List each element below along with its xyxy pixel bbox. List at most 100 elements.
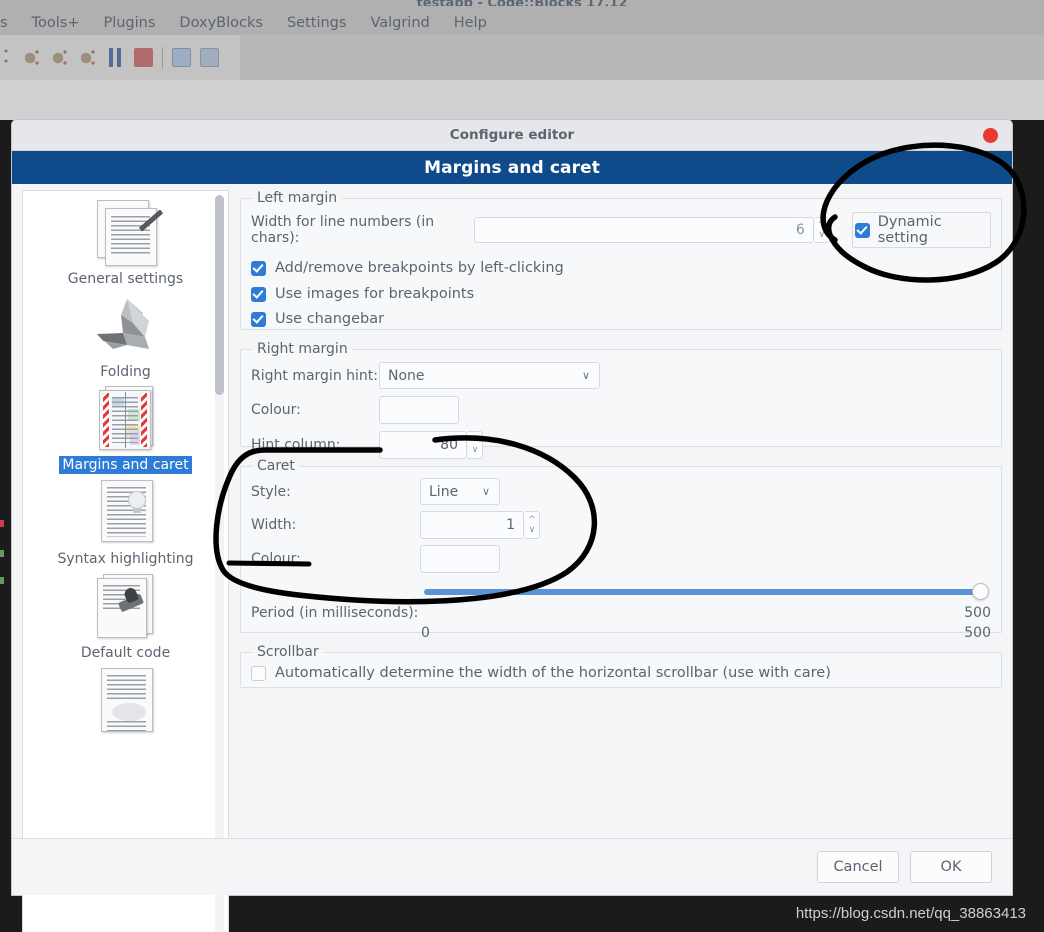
folding-origami-icon — [83, 289, 169, 361]
sidebar-scrollbar-thumb[interactable] — [215, 195, 224, 395]
settings-content-panel: Left margin Width for line numbers (in c… — [240, 190, 1002, 932]
add-remove-breakpoints-row[interactable]: Add/remove breakpoints by left-clicking — [251, 260, 991, 276]
debug-step-icon[interactable] — [22, 48, 41, 67]
right-margin-hint-label: Right margin hint: — [251, 367, 378, 384]
caret-period-labels: Period (in milliseconds): 500 0 500 — [251, 605, 991, 643]
app-toolbar — [0, 35, 240, 80]
toolbar-empty-area — [240, 35, 1044, 80]
stepper-down-icon[interactable]: ∨ — [529, 525, 536, 534]
sidebar-item-label: Folding — [100, 364, 151, 380]
caret-width-stepper[interactable]: ^ ∨ — [525, 511, 540, 539]
caret-period-slider-track[interactable] — [424, 589, 977, 595]
sidebar-item-label: Margins and caret — [59, 456, 192, 474]
caret-style-select[interactable]: Line ∨ — [420, 478, 500, 505]
add-remove-breakpoints-label: Add/remove breakpoints by left-clicking — [275, 260, 564, 276]
caret-period-max: 500 — [964, 625, 991, 641]
sidebar-item-abbreviations[interactable] — [23, 661, 228, 740]
caret-colour-swatch[interactable] — [420, 545, 500, 573]
margins-caret-icon — [83, 382, 169, 454]
settings-pages-sidebar[interactable]: General settings Folding Margins and car… — [22, 190, 229, 932]
caret-colour-row: Colour: — [251, 545, 991, 573]
debugging-windows-icon[interactable] — [172, 48, 191, 67]
scrollbar-group: Scrollbar Automatically determine the wi… — [240, 644, 1002, 688]
debug-step-into-icon[interactable] — [50, 48, 69, 67]
various-info-icon[interactable] — [200, 48, 219, 67]
right-margin-colour-row: Colour: — [251, 396, 991, 424]
dialog-section-header: Margins and caret — [12, 151, 1012, 184]
right-margin-hint-value: None — [388, 367, 425, 384]
width-for-line-numbers-row: Width for line numbers (in chars): 6 ^ ∨… — [251, 212, 991, 248]
page-title: Margins and caret — [424, 157, 600, 178]
cancel-button[interactable]: Cancel — [817, 851, 899, 883]
dynamic-setting-label: Dynamic setting — [877, 214, 942, 246]
caret-legend: Caret — [257, 458, 295, 474]
caret-width-label: Width: — [251, 517, 297, 533]
use-images-for-breakpoints-row[interactable]: Use images for breakpoints — [251, 286, 991, 302]
debug-stop-icon[interactable] — [134, 48, 153, 67]
use-images-for-breakpoints-checkbox[interactable] — [251, 286, 266, 302]
caret-period-slider[interactable] — [424, 579, 989, 605]
caret-period-value: 500 — [964, 605, 991, 621]
menu-item-doxyblocks[interactable]: DoxyBlocks — [179, 15, 263, 31]
hint-column-input[interactable]: 80 — [379, 431, 467, 459]
add-remove-breakpoints-checkbox[interactable] — [251, 260, 266, 276]
caret-width-row: Width: 1 ^ ∨ — [251, 511, 991, 539]
hint-column-stepper[interactable]: ^ ∨ — [468, 431, 483, 459]
configure-editor-dialog: Configure editor Margins and caret Gener… — [12, 120, 1012, 932]
right-margin-legend: Right margin — [257, 341, 348, 357]
sidebar-item-general-settings[interactable]: General settings — [23, 193, 228, 288]
stepper-down-icon[interactable]: ∨ — [818, 230, 825, 239]
dialog-titlebar: Configure editor — [12, 120, 1012, 151]
caret-period-label: Period (in milliseconds): — [251, 605, 419, 621]
right-margin-colour-label: Colour: — [251, 402, 301, 418]
sidebar-item-syntax-highlighting[interactable]: Syntax highlighting — [23, 473, 228, 568]
ok-button[interactable]: OK — [910, 851, 992, 883]
sidebar-scrollbar[interactable] — [215, 195, 224, 932]
use-changebar-row[interactable]: Use changebar — [251, 311, 991, 327]
menu-item-valgrind[interactable]: Valgrind — [370, 15, 429, 31]
watermark-url: https://blog.csdn.net/qq_38863413 — [795, 905, 1026, 922]
caret-period-slider-knob[interactable] — [972, 583, 989, 600]
desktop-left-edge — [0, 120, 12, 880]
debug-step-out-icon[interactable] — [78, 48, 97, 67]
width-for-line-numbers-stepper[interactable]: ^ ∨ — [814, 217, 830, 243]
auto-scrollbar-width-row[interactable]: Automatically determine the width of the… — [251, 665, 991, 681]
stepper-up-icon[interactable]: ^ — [471, 435, 479, 444]
stepper-down-icon[interactable]: ∨ — [472, 445, 479, 454]
chevron-down-icon[interactable]: ∨ — [582, 369, 590, 382]
stepper-up-icon[interactable]: ^ — [818, 220, 826, 229]
debug-pause-icon[interactable] — [106, 48, 125, 67]
background-app-window: testapp - Code::Blocks 17.12 ls Tools+ P… — [0, 0, 1044, 120]
width-for-line-numbers-input[interactable]: 6 — [473, 217, 814, 243]
right-margin-colour-swatch[interactable] — [379, 396, 459, 424]
right-margin-hint-select[interactable]: None ∨ — [379, 362, 600, 389]
sidebar-item-default-code[interactable]: Default code — [23, 567, 228, 662]
sidebar-item-margins-and-caret[interactable]: Margins and caret — [23, 379, 228, 474]
menu-item-plugins[interactable]: Plugins — [103, 15, 155, 31]
menu-item-tools[interactable]: ls — [0, 15, 8, 31]
caret-width-input[interactable]: 1 — [420, 511, 524, 539]
left-margin-group: Left margin Width for line numbers (in c… — [240, 190, 1002, 330]
use-images-for-breakpoints-label: Use images for breakpoints — [275, 286, 475, 302]
toolbar-separator — [162, 46, 163, 69]
launcher-dot-red — [0, 520, 4, 527]
sidebar-item-label: Syntax highlighting — [57, 551, 194, 567]
auto-scrollbar-width-checkbox[interactable] — [251, 665, 266, 681]
caret-colour-label: Colour: — [251, 551, 301, 567]
dynamic-setting-checkbox[interactable] — [854, 222, 870, 238]
close-icon[interactable] — [983, 128, 998, 143]
menu-item-tools-plus[interactable]: Tools+ — [32, 15, 80, 31]
chevron-down-icon[interactable]: ∨ — [482, 485, 490, 498]
width-for-line-numbers-label: Width for line numbers (in chars): — [251, 214, 435, 246]
debug-dots-icon[interactable] — [0, 48, 13, 67]
menu-item-help[interactable]: Help — [454, 15, 487, 31]
menu-item-settings[interactable]: Settings — [287, 15, 346, 31]
auto-scrollbar-width-label: Automatically determine the width of the… — [275, 665, 831, 681]
sidebar-item-folding[interactable]: Folding — [23, 286, 228, 381]
sidebar-item-label: Default code — [80, 645, 171, 661]
dialog-title: Configure editor — [449, 127, 575, 143]
use-changebar-checkbox[interactable] — [251, 311, 266, 327]
caret-group: Caret Style: Line ∨ Width: 1 ^ ∨ Colour:… — [240, 458, 1002, 641]
hint-column-label: Hint column: — [251, 437, 341, 453]
stepper-up-icon[interactable]: ^ — [528, 515, 536, 524]
